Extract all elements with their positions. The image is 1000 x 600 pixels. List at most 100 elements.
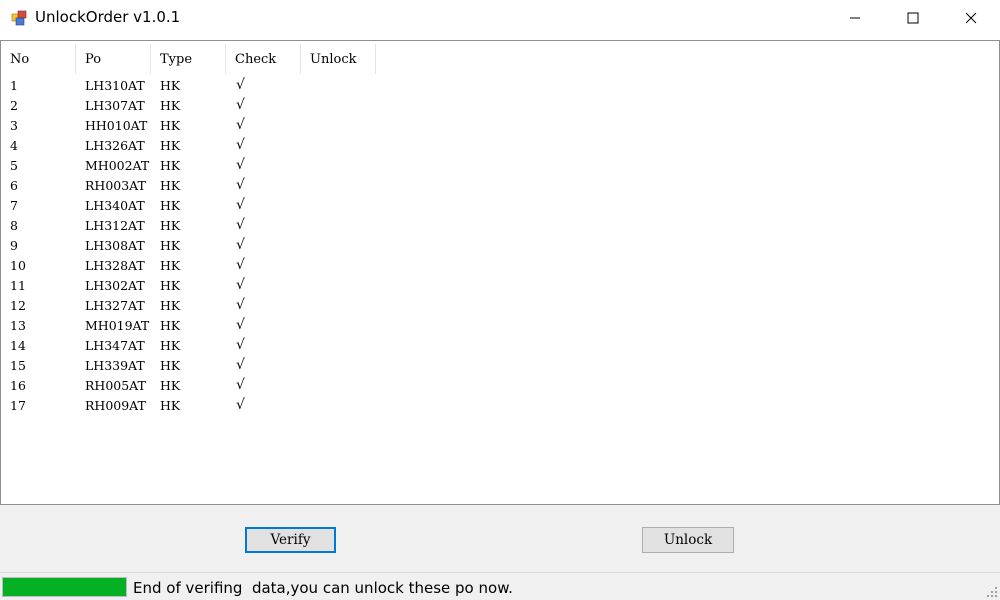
cell-no: 15 [10, 357, 26, 373]
cell-check: √ [236, 197, 245, 213]
cell-check: √ [236, 237, 245, 253]
maximize-icon [907, 12, 919, 24]
table-row[interactable]: 12 LH327AT HK √ [1, 295, 376, 315]
cell-type: HK [160, 217, 181, 233]
cell-po: RH005AT [85, 377, 146, 393]
cell-check: √ [236, 217, 245, 233]
column-header-no[interactable]: No [1, 44, 76, 74]
cell-type: HK [160, 117, 181, 133]
cell-check: √ [236, 297, 245, 313]
cell-no: 13 [10, 317, 26, 333]
column-header-po[interactable]: Po [76, 44, 151, 74]
unlock-button[interactable]: Unlock [642, 527, 734, 553]
cell-po: LH328AT [85, 257, 145, 273]
cell-no: 17 [10, 397, 26, 413]
cell-po: RH009AT [85, 397, 146, 413]
table-row[interactable]: 8 LH312AT HK √ [1, 215, 376, 235]
cell-po: HH010AT [85, 117, 148, 133]
table-row[interactable]: 17 RH009AT HK √ [1, 395, 376, 415]
table-row[interactable]: 2 LH307AT HK √ [1, 95, 376, 115]
cell-check: √ [236, 317, 245, 333]
cell-po: LH340AT [85, 197, 145, 213]
cell-po: LH327AT [85, 297, 145, 313]
cell-no: 14 [10, 337, 26, 353]
table-row[interactable]: 3 HH010AT HK √ [1, 115, 376, 135]
table-row[interactable]: 5 MH002AT HK √ [1, 155, 376, 175]
cell-type: HK [160, 197, 181, 213]
table-row[interactable]: 15 LH339AT HK √ [1, 355, 376, 375]
column-header-unlock[interactable]: Unlock [301, 44, 376, 74]
cell-type: HK [160, 337, 181, 353]
cell-po: LH302AT [85, 277, 145, 293]
cell-no: 2 [10, 97, 18, 113]
table-row[interactable]: 10 LH328AT HK √ [1, 255, 376, 275]
cell-no: 12 [10, 297, 26, 313]
table-row[interactable]: 16 RH005AT HK √ [1, 375, 376, 395]
window-title: UnlockOrder v1.0.1 [35, 8, 181, 26]
status-bar: End of verifing data,you can unlock thes… [0, 572, 1000, 600]
cell-po: RH003AT [85, 177, 146, 193]
close-icon [965, 12, 977, 24]
title-bar: UnlockOrder v1.0.1 [0, 0, 1000, 38]
cell-po: LH347AT [85, 337, 145, 353]
cell-no: 11 [10, 277, 26, 293]
cell-no: 7 [10, 197, 18, 213]
cell-type: HK [160, 297, 181, 313]
cell-po: LH310AT [85, 77, 145, 93]
cell-po: LH308AT [85, 237, 145, 253]
status-text: End of verifing data,you can unlock thes… [133, 579, 513, 597]
cell-po: MH019AT [85, 317, 150, 333]
cell-po: LH339AT [85, 357, 145, 373]
cell-no: 1 [10, 77, 18, 93]
cell-check: √ [236, 117, 245, 133]
cell-type: HK [160, 177, 181, 193]
cell-type: HK [160, 157, 181, 173]
cell-check: √ [236, 137, 245, 153]
cell-type: HK [160, 97, 181, 113]
maximize-button[interactable] [884, 0, 942, 36]
table-row[interactable]: 7 LH340AT HK √ [1, 195, 376, 215]
cell-po: LH307AT [85, 97, 145, 113]
po-list-view[interactable]: No Po Type Check Unlock 1 LH310AT HK √ 2 LH30… [0, 40, 1000, 505]
column-header-type[interactable]: Type [151, 44, 226, 74]
table-row[interactable]: 6 RH003AT HK √ [1, 175, 376, 195]
table-row[interactable]: 14 LH347AT HK √ [1, 335, 376, 355]
cell-po: LH326AT [85, 137, 145, 153]
table-row[interactable]: 9 LH308AT HK √ [1, 235, 376, 255]
cell-no: 3 [10, 117, 18, 133]
minimize-icon [850, 17, 860, 19]
cell-check: √ [236, 257, 245, 273]
cell-type: HK [160, 397, 181, 413]
cell-check: √ [236, 397, 245, 413]
cell-check: √ [236, 337, 245, 353]
cell-type: HK [160, 357, 181, 373]
cell-type: HK [160, 137, 181, 153]
cell-check: √ [236, 177, 245, 193]
cell-check: √ [236, 77, 245, 93]
cell-check: √ [236, 377, 245, 393]
column-header-check[interactable]: Check [226, 44, 301, 74]
cell-check: √ [236, 97, 245, 113]
table-row[interactable]: 4 LH326AT HK √ [1, 135, 376, 155]
verify-button[interactable]: Verify [245, 527, 336, 553]
close-button[interactable] [942, 0, 1000, 36]
cell-check: √ [236, 357, 245, 373]
cell-po: MH002AT [85, 157, 150, 173]
progress-bar [2, 577, 127, 597]
cell-type: HK [160, 377, 181, 393]
app-icon [11, 10, 27, 26]
cell-no: 9 [10, 237, 18, 253]
table-row[interactable]: 1 LH310AT HK √ [1, 75, 376, 95]
cell-type: HK [160, 237, 181, 253]
cell-no: 6 [10, 177, 18, 193]
list-header: No Po Type Check Unlock [1, 44, 376, 74]
table-row[interactable]: 13 MH019AT HK √ [1, 315, 376, 335]
resize-grip-icon[interactable] [986, 586, 998, 598]
cell-po: LH312AT [85, 217, 145, 233]
cell-check: √ [236, 277, 245, 293]
cell-type: HK [160, 77, 181, 93]
cell-type: HK [160, 277, 181, 293]
cell-no: 8 [10, 217, 18, 233]
table-row[interactable]: 11 LH302AT HK √ [1, 275, 376, 295]
minimize-button[interactable] [826, 0, 884, 36]
